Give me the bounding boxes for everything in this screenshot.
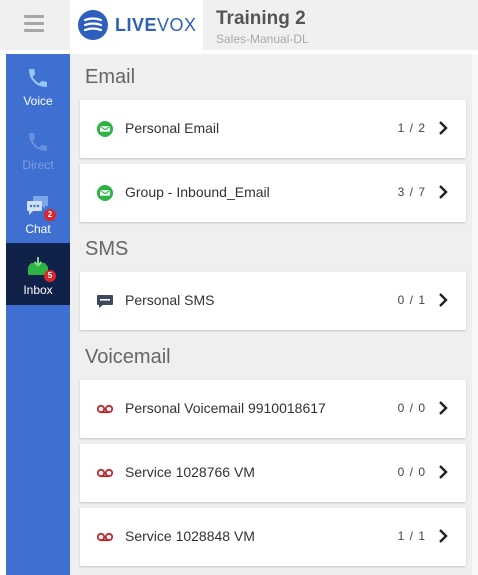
list-item[interactable]: Personal SMS 0 / 1 — [80, 272, 466, 330]
section-title-sms: SMS — [85, 238, 129, 260]
menu-bar — [24, 15, 44, 18]
queue-count: 0 / 0 — [397, 465, 426, 479]
queue-name: Personal Voicemail 9910018617 — [125, 400, 326, 416]
queue-count: 3 / 7 — [397, 185, 426, 199]
sidebar: Voice Direct 2 Chat 5 Inbox — [6, 54, 70, 575]
sidebar-item-label: Direct — [22, 158, 54, 172]
inbox-count-badge: 5 — [44, 270, 56, 282]
section-title-voicemail: Voicemail — [85, 346, 171, 368]
chevron-right-icon — [439, 121, 448, 135]
logo-text-bold: LIVE — [115, 14, 158, 35]
phone-icon — [29, 69, 47, 87]
queue-name: Service 1028848 VM — [125, 528, 255, 544]
queue-name: Group - Inbound_Email — [125, 184, 270, 200]
voicemail-icon — [96, 532, 114, 542]
list-item[interactable]: Personal Email 1 / 2 — [80, 100, 466, 158]
queue-count: 1 / 1 — [397, 529, 426, 543]
sidebar-item-label: Chat — [25, 222, 51, 236]
queue-name: Personal SMS — [125, 292, 215, 308]
livevox-logo: LIVEVOX — [78, 9, 197, 41]
list-item[interactable]: Personal Voicemail 9910018617 0 / 0 — [80, 380, 466, 438]
chevron-right-icon — [439, 401, 448, 415]
chevron-right-icon — [439, 529, 448, 543]
queue-count: 0 / 1 — [397, 293, 426, 307]
sidebar-item-label: Voice — [23, 94, 53, 108]
chevron-right-icon — [439, 293, 448, 307]
menu-bar — [24, 22, 44, 25]
logo-mark-icon — [78, 10, 108, 40]
list-item[interactable]: Service 1028766 VM 0 / 0 — [80, 444, 466, 502]
page-title: Training 2 — [216, 8, 306, 29]
sms-icon — [97, 295, 113, 308]
sidebar-item-voice[interactable]: Voice — [6, 54, 70, 116]
menu-bar — [24, 29, 44, 32]
inbox-panel: Email Personal Email 1 / 2 Group - Inbou… — [70, 54, 472, 575]
queue-name: Personal Email — [125, 120, 220, 136]
phone-icon — [29, 133, 47, 151]
sidebar-item-chat[interactable]: 2 Chat — [6, 182, 70, 244]
logo-text: LIVEVOX — [115, 15, 197, 36]
section-title-email: Email — [85, 66, 136, 88]
page-subtitle: Sales-Manual-DL — [216, 32, 309, 46]
queue-count: 0 / 0 — [397, 401, 426, 415]
app-header: LIVEVOX Training 2 Sales-Manual-DL — [0, 0, 478, 50]
sidebar-item-inbox[interactable]: 5 Inbox — [6, 243, 70, 305]
list-item[interactable]: Group - Inbound_Email 3 / 7 — [80, 164, 466, 222]
queue-name: Service 1028766 VM — [125, 464, 255, 480]
email-icon — [97, 185, 113, 201]
scrollbar[interactable] — [472, 54, 478, 575]
sidebar-item-direct[interactable]: Direct — [6, 118, 70, 180]
sidebar-item-label: Inbox — [23, 283, 53, 297]
chevron-right-icon — [439, 465, 448, 479]
logo-text-light: VOX — [157, 14, 197, 35]
queue-count: 1 / 2 — [397, 121, 426, 135]
chevron-right-icon — [439, 185, 448, 199]
email-icon — [97, 121, 113, 137]
campaign-title-box: Training 2 Sales-Manual-DL — [203, 0, 478, 50]
voicemail-icon — [96, 468, 114, 478]
voicemail-icon — [96, 404, 114, 414]
menu-button[interactable] — [0, 0, 70, 50]
list-item[interactable]: Service 1028848 VM 1 / 1 — [80, 508, 466, 566]
chat-count-badge: 2 — [44, 209, 56, 221]
